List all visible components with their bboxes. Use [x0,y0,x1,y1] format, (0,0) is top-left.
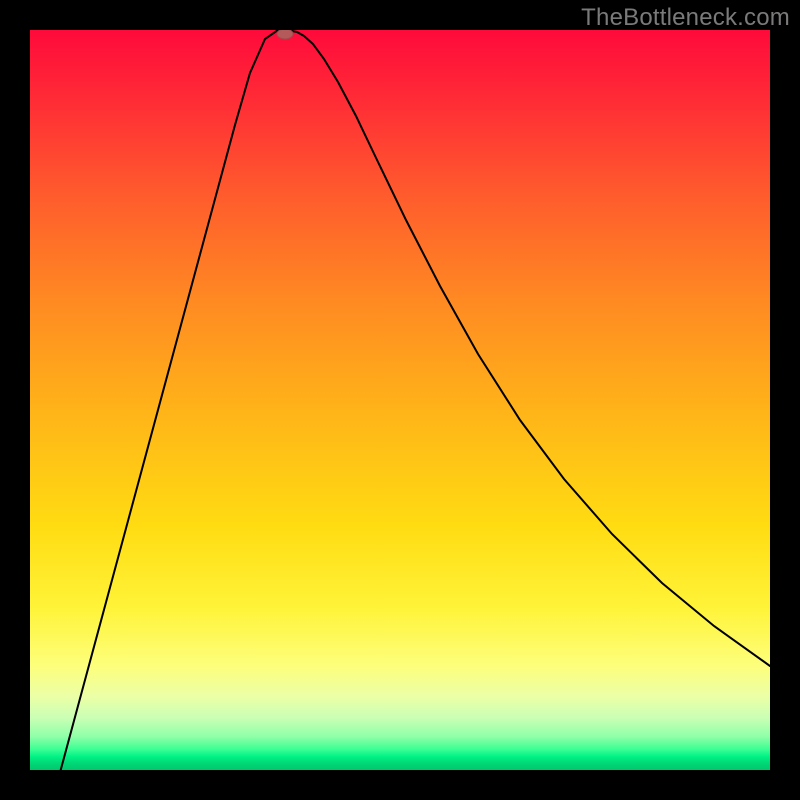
plot-area [30,30,770,770]
bottleneck-curve [58,30,770,770]
chart-frame: TheBottleneck.com [0,0,800,800]
curve-svg [30,30,770,770]
minimum-marker [277,30,293,39]
watermark-text: TheBottleneck.com [581,4,790,32]
